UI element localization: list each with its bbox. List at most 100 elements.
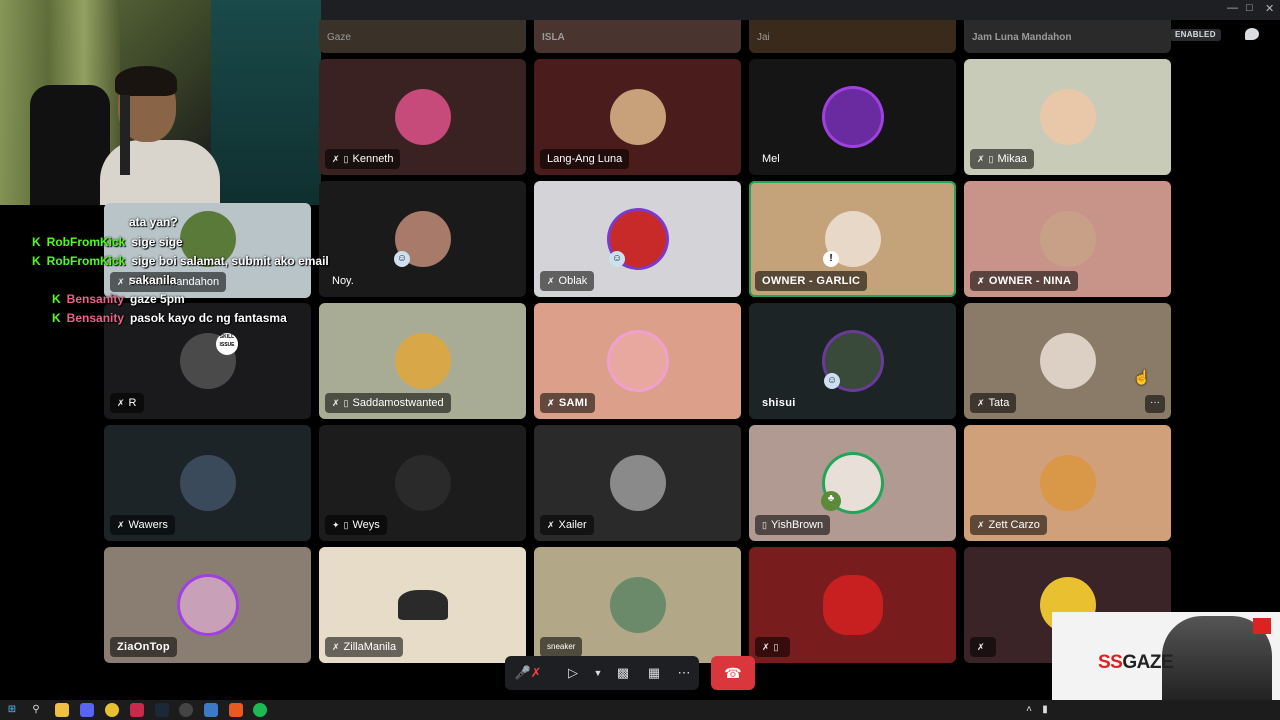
camera-off-icon[interactable]: ▷ [555, 656, 591, 690]
participant-tile[interactable]: ✗ ▯ Saddamostwanted [319, 303, 526, 419]
participant-tile[interactable]: ✗ OWNER - NINA [964, 181, 1171, 297]
participant-name: OWNER - NINA [988, 275, 1072, 287]
participant-tile[interactable]: ✗ ZillaManila [319, 547, 526, 663]
mute-icon: ✗ [117, 398, 125, 408]
participant-label: ✗ ▯ Saddamostwanted [325, 393, 451, 413]
chat-username: RobFromKick [46, 235, 126, 249]
close-icon[interactable]: ✕ [1265, 2, 1274, 15]
streamer-overlay-card: SSGAZE [1052, 612, 1280, 714]
chrome-icon[interactable] [105, 703, 119, 717]
discord-icon[interactable] [80, 703, 94, 717]
chat-text: gaze 5pm [130, 292, 185, 306]
activity-icon[interactable]: ▦ [641, 656, 667, 690]
avatar [1039, 455, 1096, 511]
minimize-icon[interactable]: — [1227, 2, 1238, 14]
obs-icon[interactable] [179, 703, 193, 717]
participant-label: Mel [755, 149, 787, 169]
participant-tile[interactable]: ☺ ✗ Oblak [534, 181, 741, 297]
participant-tile[interactable]: ✗ ▯ Mikaa [964, 59, 1171, 175]
participant-label: ✗ R [110, 393, 144, 413]
kick-icon: K [52, 292, 61, 306]
participant-tile[interactable]: ZiaOnTop [104, 547, 311, 663]
mobile-icon: ▯ [988, 154, 994, 164]
participant-tile[interactable]: ✗ ▯ [749, 547, 956, 663]
end-call-button[interactable]: ☎ [711, 656, 755, 690]
title-bar: — □ ✕ [321, 0, 1280, 20]
top-tile-jai[interactable]: Jai [749, 20, 956, 53]
participant-label: Lang-Ang Luna [540, 149, 630, 169]
participant-tile[interactable]: ☺ shisui [749, 303, 956, 419]
participant-tile[interactable]: sneaker [534, 547, 741, 663]
skill-issue-text: SKILL ISSUE [219, 334, 235, 348]
participant-label: ✗ Tata [970, 393, 1017, 413]
participant-tile-speaking[interactable]: ! OWNER - GARLIC [749, 181, 956, 297]
taskbar: ⊞ ⚲ ˄ ▮ [0, 700, 1280, 720]
participant-tile[interactable]: ☺ Noy. [319, 181, 526, 297]
participant-label: sneaker [540, 637, 583, 657]
participant-label: ✗ Oblak [540, 271, 595, 291]
kick-icon: K [32, 254, 41, 268]
participant-tile[interactable]: ✗ ▯ Kenneth [319, 59, 526, 175]
participant-name: R [128, 397, 137, 409]
participant-tile[interactable]: ✗ Xailer [534, 425, 741, 541]
participant-name: Wawers [128, 519, 168, 531]
participant-tile[interactable]: ✦ ▯ Weys [319, 425, 526, 541]
participant-tile[interactable]: ♣ ▯ YishBrown [749, 425, 956, 541]
tile-label: Gaze [327, 32, 351, 43]
brave-icon[interactable] [229, 703, 243, 717]
skill-issue-badge: SKILL ISSUE [216, 333, 238, 355]
mobile-icon: ▯ [343, 154, 349, 164]
oni-mask-avatar [822, 575, 883, 635]
tile-label: Jai [757, 32, 770, 43]
windows-start-icon[interactable]: ⊞ [5, 703, 19, 717]
maximize-icon[interactable]: □ [1246, 2, 1253, 14]
chat-icon[interactable] [1245, 28, 1259, 40]
participant-name: Xailer [558, 519, 587, 531]
chevron-up-icon[interactable]: ˄ [1022, 703, 1036, 717]
streamer-body [100, 140, 220, 205]
participant-name: Mel [762, 153, 780, 165]
mute-icon: ✗ [332, 398, 340, 408]
chat-username: RobFromKick [46, 254, 126, 268]
participant-tile[interactable]: ✗ Wawers [104, 425, 311, 541]
avatar [1039, 211, 1096, 267]
mobile-icon: ▯ [773, 642, 779, 652]
spotify-icon[interactable] [253, 703, 267, 717]
enabled-badge[interactable]: ENABLED [1170, 29, 1221, 41]
participant-tile[interactable]: ✗ SAMI [534, 303, 741, 419]
emoji-badge: ☺ [609, 251, 625, 267]
participant-name: YishBrown [770, 519, 824, 531]
mic-icon[interactable]: ▮ [1038, 703, 1052, 717]
participant-name: Weys [352, 519, 380, 531]
participant-tile[interactable]: ✗ Tata ··· [964, 303, 1171, 419]
more-icon[interactable]: ⋯ [671, 656, 697, 690]
chat-text: sige boi salamat, submit ako email [131, 254, 329, 268]
enabled-label: ENABLED [1175, 30, 1216, 39]
mute-icon: ✗ [977, 642, 985, 652]
webcam-feed [0, 0, 321, 205]
chevron-down-icon[interactable]: ▼ [591, 656, 605, 690]
app-icon[interactable] [204, 703, 218, 717]
participant-label: shisui [755, 393, 803, 413]
participant-tile[interactable]: ✗ Zett Carzo [964, 425, 1171, 541]
file-explorer-icon[interactable] [55, 703, 69, 717]
tile-label: ISLA [542, 32, 565, 43]
app-icon[interactable] [130, 703, 144, 717]
participant-name: Oblak [558, 275, 588, 287]
gaming-chair [30, 85, 110, 205]
participant-tile[interactable]: Mel [749, 59, 956, 175]
avatar [609, 333, 666, 389]
chat-message: sakanila [129, 273, 176, 287]
steam-icon[interactable] [155, 703, 169, 717]
screen-share-icon[interactable]: ▩ [609, 656, 637, 690]
search-icon[interactable]: ⚲ [29, 703, 43, 717]
mobile-icon: ▯ [762, 520, 767, 530]
top-tile-jam[interactable]: Jam Luna Mandahon [964, 20, 1171, 53]
participant-tile[interactable]: Lang-Ang Luna [534, 59, 741, 175]
top-tile-isla[interactable]: ISLA [534, 20, 741, 53]
participant-label: ✗ Wawers [110, 515, 175, 535]
more-options-button[interactable]: ··· [1145, 395, 1165, 413]
top-tile-gaze[interactable]: Gaze [319, 20, 526, 53]
mic-muted-icon[interactable]: 🎤✗ [505, 656, 551, 690]
participant-name: Zett Carzo [988, 519, 1040, 531]
